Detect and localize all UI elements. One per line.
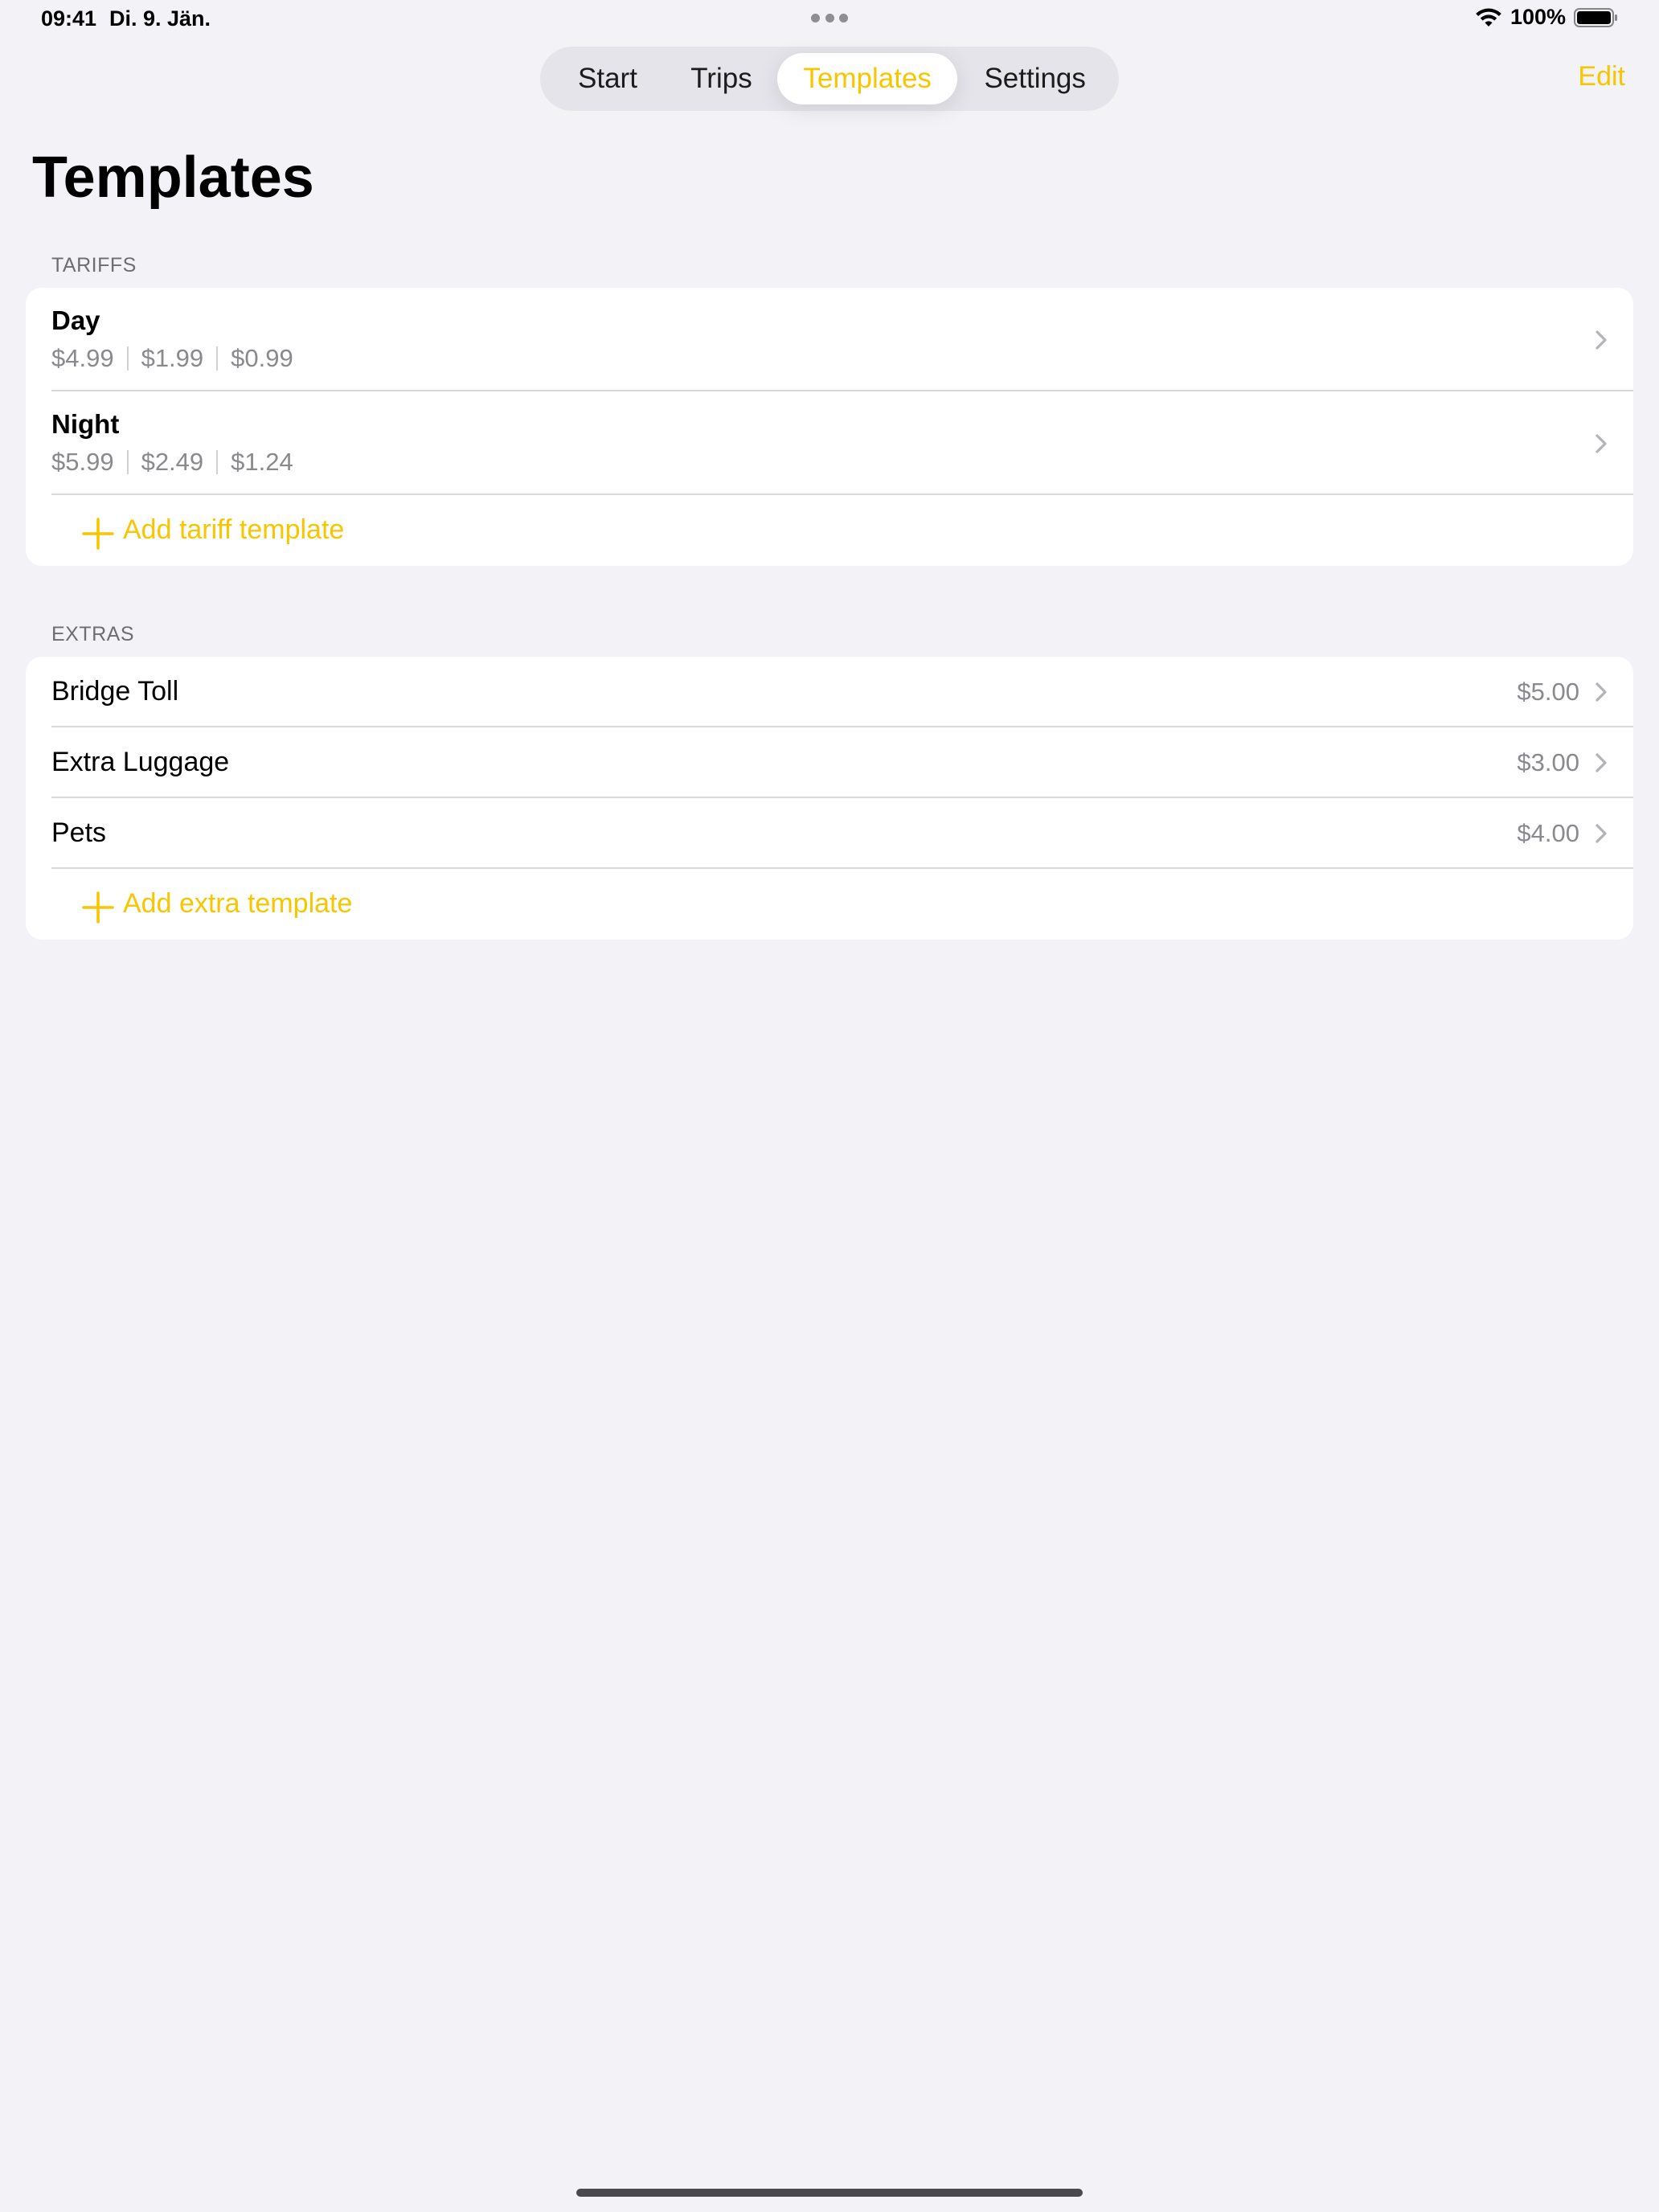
tariff-price: $4.99 — [51, 344, 114, 372]
extra-name: Pets — [51, 817, 107, 848]
price-divider — [126, 346, 129, 371]
tariff-row-night[interactable]: Night $5.99 $2.49 $1.24 — [26, 391, 1633, 495]
tab-start[interactable]: Start — [550, 53, 666, 104]
extra-name: Bridge Toll — [51, 676, 179, 707]
chevron-right-icon — [1596, 330, 1607, 350]
extra-name: Extra Luggage — [51, 747, 230, 777]
plus-icon — [82, 891, 114, 924]
extra-price: $3.00 — [1517, 748, 1579, 776]
multitasking-menu-icon[interactable] — [811, 14, 848, 23]
price-divider — [216, 450, 219, 474]
tariff-prices: $5.99 $2.49 $1.24 — [51, 448, 293, 477]
extra-row-bridge-toll[interactable]: Bridge Toll $5.00 — [26, 657, 1633, 727]
page-title: Templates — [32, 145, 314, 210]
tariffs-list: Day $4.99 $1.99 $0.99 Night $5.99 $2.49 … — [26, 288, 1633, 566]
extras-list: Bridge Toll $5.00 Extra Luggage $3.00 Pe… — [26, 657, 1633, 940]
tariff-prices: $4.99 $1.99 $0.99 — [51, 344, 293, 373]
tariff-price: $0.99 — [231, 344, 293, 372]
tab-settings[interactable]: Settings — [957, 53, 1112, 104]
extras-section-header: EXTRAS — [51, 623, 135, 645]
status-bar: 09:41 Di. 9. Jän. 100% — [0, 0, 1659, 40]
tab-segmented-control: Start Trips Templates Settings — [540, 47, 1119, 111]
chevron-right-icon — [1596, 824, 1607, 843]
status-indicators: 100% — [1475, 5, 1619, 30]
extra-price: $4.00 — [1517, 819, 1579, 847]
tariff-price: $2.49 — [141, 448, 204, 476]
tariff-price: $1.99 — [141, 344, 204, 372]
edit-button[interactable]: Edit — [1578, 61, 1625, 92]
plus-icon — [82, 518, 114, 550]
tariff-name: Night — [51, 409, 120, 439]
extra-row-pets[interactable]: Pets $4.00 — [26, 798, 1633, 869]
chevron-right-icon — [1596, 434, 1607, 453]
extra-row-extra-luggage[interactable]: Extra Luggage $3.00 — [26, 727, 1633, 798]
status-time: 09:41 — [41, 6, 97, 31]
tab-templates[interactable]: Templates — [776, 53, 958, 104]
chevron-right-icon — [1596, 753, 1607, 772]
add-tariff-template-label: Add tariff template — [123, 514, 345, 545]
tariff-name: Day — [51, 305, 100, 335]
tariffs-section-header: TARIFFS — [51, 254, 137, 276]
status-date: Di. 9. Jän. — [109, 6, 211, 31]
add-tariff-template-button[interactable]: Add tariff template — [26, 495, 1633, 566]
price-divider — [216, 346, 219, 371]
add-extra-template-label: Add extra template — [123, 888, 353, 919]
tab-trips[interactable]: Trips — [666, 53, 777, 104]
home-indicator[interactable] — [576, 2189, 1083, 2197]
battery-icon — [1574, 7, 1617, 27]
tariff-row-day[interactable]: Day $4.99 $1.99 $0.99 — [26, 288, 1633, 391]
add-extra-template-button[interactable]: Add extra template — [26, 869, 1633, 940]
chevron-right-icon — [1596, 682, 1607, 702]
battery-percentage: 100% — [1509, 5, 1566, 29]
tariff-price: $5.99 — [51, 448, 114, 476]
wifi-icon — [1476, 8, 1501, 27]
price-divider — [126, 450, 129, 474]
extra-price: $5.00 — [1517, 678, 1579, 706]
tariff-price: $1.24 — [231, 448, 293, 476]
